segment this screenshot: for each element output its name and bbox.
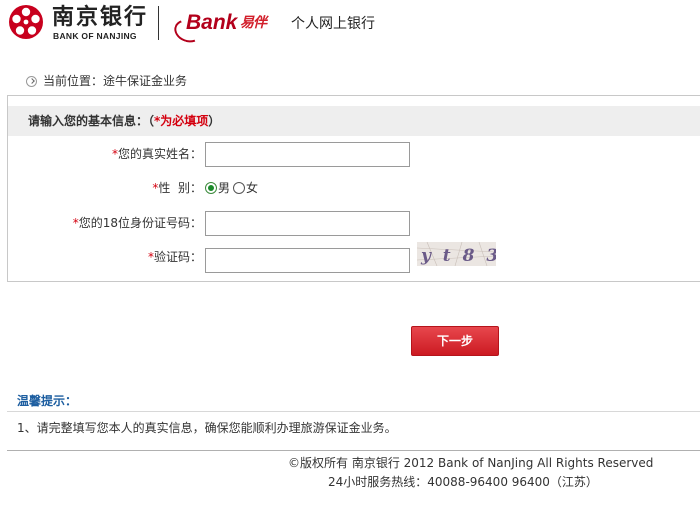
ebank-logo-cn: 易伴 [240,15,267,31]
panel-title-required-note: *为必填项 [154,114,209,128]
id-number-input[interactable] [205,211,410,236]
site-title: 个人网上银行 [291,16,375,32]
header-divider [158,6,159,40]
captcha-input[interactable] [205,248,410,273]
gender-female-radio[interactable] [233,182,246,194]
captcha-graphic: y t 8 3 [417,242,496,266]
id-number-label: *您的18位身份证号码： [73,215,202,231]
next-step-button[interactable]: 下一步 [411,326,499,356]
bank-name-cn: 南京银行 [52,4,149,30]
name-label: *您的真实姓名： [112,146,202,162]
gender-label: *性 别： [152,180,202,196]
ebank-logo: Bank 易伴 [171,8,268,47]
gender-label-text: 性 别： [158,181,202,195]
panel-title: 请输入您的基本信息：（*为必填项） [28,113,220,129]
tips-title: 温馨提示： [17,394,78,408]
captcha-label-text: 验证码： [153,250,202,264]
bank-of-nanjing-emblem-icon [9,5,43,39]
footer-hotline: 24小时服务热线：40088-96400 96400（江苏） [328,475,598,489]
gender-male-label[interactable]: 男 [218,180,230,196]
page-header: 南京银行 BANK OF NANJING Bank 易伴 个人网上银行 [0,0,700,48]
breadcrumb-text: 当前位置：途牛保证金业务 [43,74,188,88]
id-number-label-text: 您的18位身份证号码： [78,216,202,230]
footer-divider [7,450,700,451]
bank-name-en: BANK OF NANJING [53,31,137,41]
footer-copyright: ©版权所有 南京银行 2012 Bank of NanJing All Righ… [288,456,654,470]
tips-item: 1、请完整填写您本人的真实信息，确保您能顺利办理旅游保证金业务。 [17,421,397,435]
ebank-logo-text: Bank [186,11,238,34]
name-label-text: 您的真实姓名： [117,147,202,161]
panel-title-suffix: ） [208,114,221,128]
captcha-label: *验证码： [148,249,202,265]
panel-header: 请输入您的基本信息：（*为必填项） [8,106,700,136]
captcha-text: y t 8 3 [420,246,496,266]
breadcrumb: 当前位置：途牛保证金业务 [26,73,187,89]
gender-male-radio[interactable] [205,182,217,194]
real-name-input[interactable] [205,142,410,167]
gender-radio-group: 男 女 [205,180,261,196]
gender-female-label[interactable]: 女 [246,180,258,196]
captcha-image[interactable]: y t 8 3 [417,242,496,266]
circle-chevron-right-icon [26,75,37,87]
panel-title-prefix: 请输入您的基本信息：（ [28,114,155,128]
tips-divider [7,411,700,412]
